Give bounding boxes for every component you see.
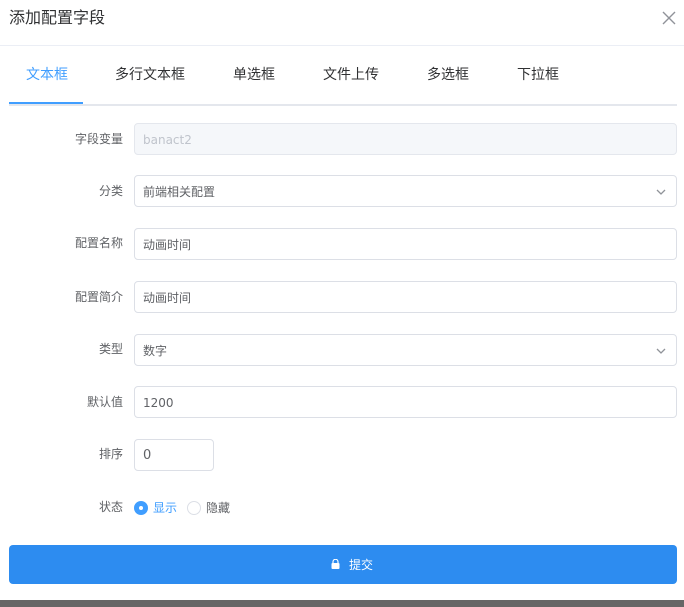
lock-icon: [331, 559, 340, 569]
dialog-title: 添加配置字段: [9, 8, 106, 27]
tab-text-input[interactable]: 文本框: [26, 66, 68, 84]
tab-dropdown[interactable]: 下拉框: [517, 66, 559, 84]
config-name-label: 配置名称: [74, 236, 123, 250]
sort-label: 排序: [98, 447, 123, 461]
submit-label: 提交: [349, 558, 374, 572]
type-value: 数字: [143, 344, 168, 358]
submit-button[interactable]: 提交: [9, 545, 677, 584]
category-label: 分类: [98, 184, 123, 198]
sort-input[interactable]: 0: [134, 439, 214, 471]
tab-checkbox[interactable]: 多选框: [427, 66, 469, 84]
status-label: 状态: [98, 500, 123, 514]
chevron-down-icon: [656, 189, 666, 195]
default-value-value: 1200: [143, 396, 174, 410]
add-config-field-dialog: 添加配置字段 文本框 多行文本框 单选框 文件上传 多选框 下拉框 字段变量 b…: [0, 0, 684, 600]
field-var-input: banact2: [134, 123, 677, 155]
type-label: 类型: [98, 342, 123, 356]
page-bottom-bar: [0, 600, 684, 607]
config-desc-input[interactable]: 动画时间: [134, 281, 677, 313]
status-show-label: 显示: [153, 501, 178, 515]
dialog-header: 添加配置字段: [0, 0, 684, 46]
config-name-value: 动画时间: [143, 238, 192, 252]
config-desc-value: 动画时间: [143, 291, 192, 305]
field-type-tabs: 文本框 多行文本框 单选框 文件上传 多选框 下拉框: [9, 46, 677, 106]
category-select[interactable]: 前端相关配置: [134, 175, 677, 207]
status-hide-label: 隐藏: [206, 501, 231, 515]
status-radio-show[interactable]: 显示: [134, 500, 180, 516]
active-tab-indicator: [9, 102, 83, 104]
default-value-input[interactable]: 1200: [134, 386, 677, 418]
default-value-label: 默认值: [86, 395, 123, 409]
radio-unchecked-icon: [187, 501, 201, 515]
config-desc-label: 配置简介: [74, 290, 123, 304]
chevron-down-icon: [656, 348, 666, 354]
status-radio-hide[interactable]: 隐藏: [187, 500, 233, 516]
tab-textarea[interactable]: 多行文本框: [115, 66, 185, 84]
field-var-value: banact2: [143, 133, 192, 147]
close-icon[interactable]: [661, 10, 677, 26]
category-value: 前端相关配置: [143, 185, 216, 199]
tab-radio[interactable]: 单选框: [233, 66, 275, 84]
field-var-label: 字段变量: [74, 132, 123, 146]
config-name-input[interactable]: 动画时间: [134, 228, 677, 260]
radio-checked-icon: [134, 501, 148, 515]
tab-file-upload[interactable]: 文件上传: [323, 66, 379, 84]
sort-value: 0: [143, 448, 152, 463]
type-select[interactable]: 数字: [134, 334, 677, 366]
